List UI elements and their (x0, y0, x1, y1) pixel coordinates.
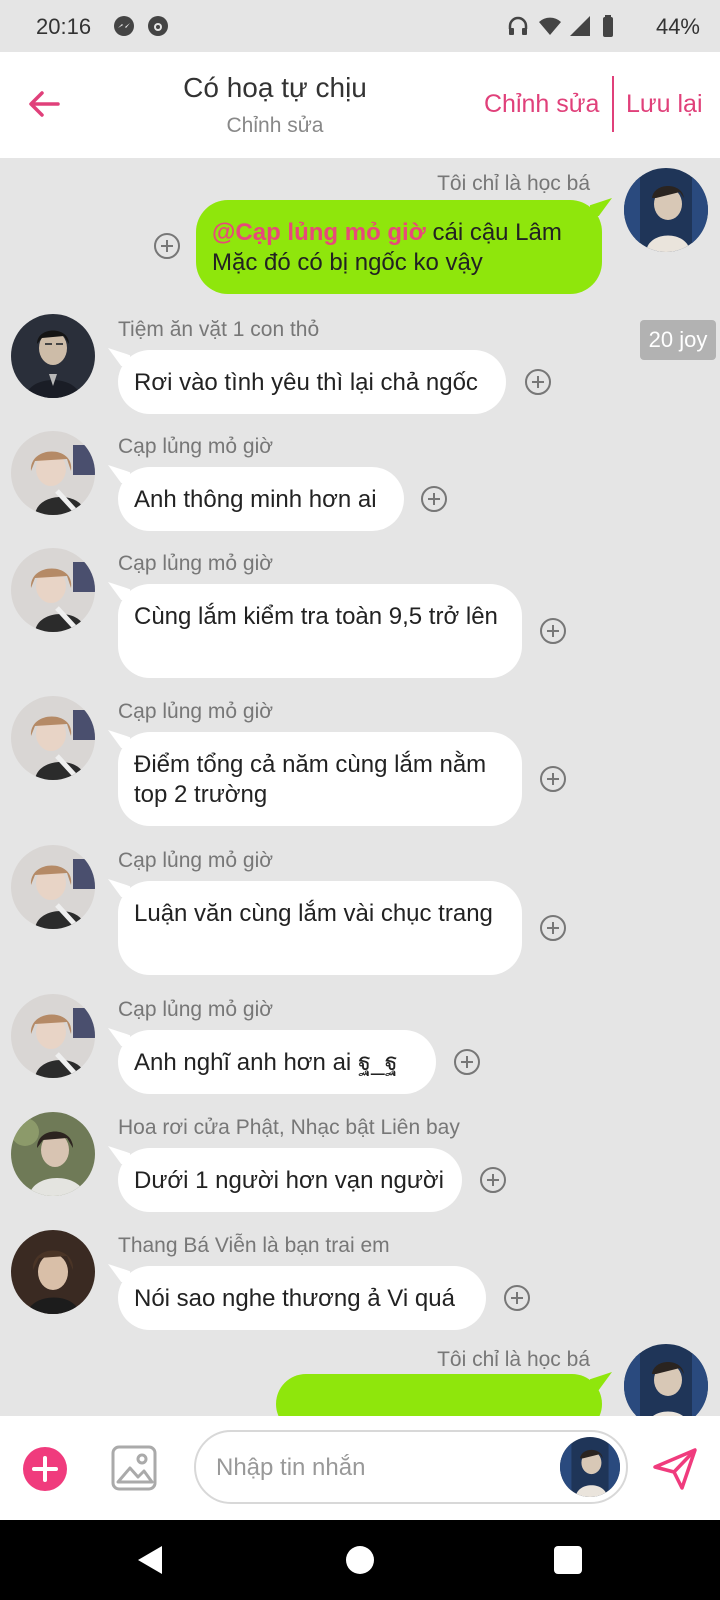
message-text: Điểm tổng cả năm cùng lắm nằm top 2 trườ… (134, 751, 487, 808)
eye-notification-icon (148, 16, 168, 36)
chat-messages[interactable]: Tôi chỉ là học bá @Cạp lủng mỏ giờ cái c… (0, 158, 720, 1416)
message-sender: Hoa rơi cửa Phật, Nhạc bật Liên bay (118, 1116, 460, 1139)
message-text: Cùng lắm kiểm tra toàn 9,5 trở lên (134, 603, 498, 630)
message-input[interactable] (214, 1450, 548, 1486)
plus-circle-icon[interactable] (503, 1284, 531, 1312)
message-sender: Cạp lủng mỏ giờ (118, 998, 274, 1021)
message-bubble[interactable]: Anh thông minh hơn ai (118, 467, 404, 531)
avatar[interactable] (11, 845, 95, 929)
message-text: Anh thông minh hơn ai (134, 486, 377, 513)
recents-square-icon[interactable] (550, 1542, 586, 1578)
message-sender: Tôi chỉ là học bá (437, 1348, 590, 1371)
message-text: Nói sao nghe thương ả Vi quá (134, 1285, 455, 1312)
plus-circle-icon[interactable] (153, 232, 181, 260)
plus-circle-icon[interactable] (479, 1166, 507, 1194)
back-triangle-icon[interactable] (132, 1542, 168, 1578)
message-sender: Tôi chỉ là học bá (437, 172, 590, 195)
avatar[interactable] (11, 1112, 95, 1196)
message-bubble[interactable] (276, 1374, 602, 1416)
message-text: Anh nghĩ anh hơn ai ฐ_ฐ (134, 1049, 398, 1076)
message-bubble[interactable]: Dưới 1 người hơn vạn người (118, 1148, 462, 1212)
joy-badge: 20 joy (640, 320, 716, 360)
plus-circle-icon[interactable] (539, 765, 567, 793)
save-button[interactable]: Lưu lại (626, 90, 703, 119)
plus-circle-icon[interactable] (524, 368, 552, 396)
image-icon[interactable] (110, 1444, 158, 1492)
chat-subtitle: Chỉnh sửa (226, 114, 324, 137)
avatar[interactable] (11, 314, 95, 398)
back-arrow-icon[interactable] (22, 82, 66, 126)
send-icon[interactable] (652, 1446, 698, 1492)
wifi-icon (539, 17, 561, 35)
message-sender: Thang Bá Viễn là bạn trai em (118, 1234, 390, 1257)
message-sender: Cạp lủng mỏ giờ (118, 435, 274, 458)
message-bubble[interactable]: Anh nghĩ anh hơn ai ฐ_ฐ (118, 1030, 436, 1094)
avatar[interactable] (11, 548, 95, 632)
message-bubble[interactable]: Nói sao nghe thương ả Vi quá (118, 1266, 486, 1330)
signal-icon (570, 16, 590, 36)
home-circle-icon[interactable] (342, 1542, 378, 1578)
message-sender: Tiệm ăn vặt 1 con thỏ (118, 318, 320, 341)
message-bubble[interactable]: Cùng lắm kiểm tra toàn 9,5 trở lên (118, 584, 522, 678)
message-composer (0, 1416, 720, 1520)
message-bubble[interactable]: Rơi vào tình yêu thì lại chả ngốc (118, 350, 506, 414)
message-sender: Cạp lủng mỏ giờ (118, 552, 274, 575)
plus-circle-icon[interactable] (453, 1048, 481, 1076)
avatar[interactable] (624, 1344, 708, 1416)
avatar[interactable] (624, 168, 708, 252)
add-icon[interactable] (22, 1446, 68, 1492)
plus-circle-icon[interactable] (420, 485, 448, 513)
system-navigation-bar (0, 1520, 720, 1600)
message-text: Rơi vào tình yêu thì lại chả ngốc (134, 369, 478, 396)
message-text: Luận văn cùng lắm vài chục trang (134, 900, 493, 927)
message-sender: Cạp lủng mỏ giờ (118, 700, 274, 723)
status-time: 20:16 (36, 14, 92, 39)
mention[interactable]: @Cạp lủng mỏ giờ (212, 219, 426, 246)
status-bar: 20:16 44% (0, 0, 720, 52)
plus-circle-icon[interactable] (539, 914, 567, 942)
battery-percent: 44% (655, 14, 700, 39)
message-bubble[interactable]: Điểm tổng cả năm cùng lắm nằm top 2 trườ… (118, 732, 522, 826)
header-divider (612, 76, 614, 132)
message-input-wrapper (194, 1430, 628, 1504)
avatar[interactable] (11, 1230, 95, 1314)
message-bubble[interactable]: @Cạp lủng mỏ giờ cái cậu Lâm Mặc đó có b… (196, 200, 602, 294)
message-bubble[interactable]: Luận văn cùng lắm vài chục trang (118, 881, 522, 975)
edit-button[interactable]: Chỉnh sửa (484, 90, 599, 119)
message-sender: Cạp lủng mỏ giờ (118, 849, 274, 872)
avatar[interactable] (11, 994, 95, 1078)
headphones-icon (508, 16, 528, 35)
message-text: Dưới 1 người hơn vạn người (134, 1167, 444, 1194)
my-avatar[interactable] (560, 1437, 620, 1497)
chat-header: Có hoạ tự chịu Chỉnh sửa Chỉnh sửa Lưu l… (0, 52, 720, 158)
messenger-icon (114, 16, 134, 36)
plus-circle-icon[interactable] (539, 617, 567, 645)
avatar[interactable] (11, 431, 95, 515)
chat-title: Có hoạ tự chịu (183, 72, 367, 103)
battery-icon (603, 15, 613, 37)
avatar[interactable] (11, 696, 95, 780)
